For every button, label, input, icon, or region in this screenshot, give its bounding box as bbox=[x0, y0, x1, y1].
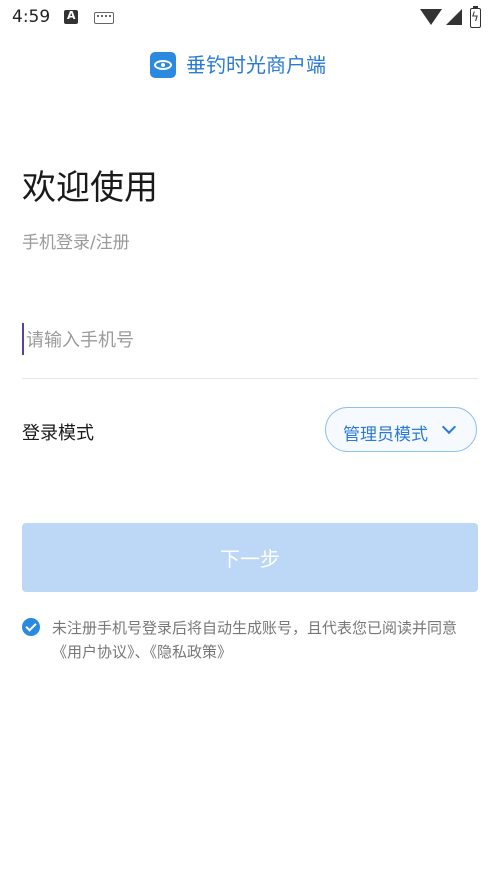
page-title: 欢迎使用 bbox=[22, 168, 158, 208]
login-mode-value: 管理员模式 bbox=[343, 425, 428, 445]
page-subtitle: 手机登录/注册 bbox=[22, 233, 130, 253]
agreement-separator: 、 bbox=[134, 643, 150, 661]
app-name: 垂钓时光商户端 bbox=[186, 53, 326, 77]
status-time: 4:59 bbox=[12, 7, 51, 27]
status-bar: 4:59 bbox=[0, 0, 500, 36]
app-logo-icon bbox=[150, 52, 176, 78]
login-mode-select[interactable]: 管理员模式 bbox=[325, 407, 477, 452]
phone-input[interactable] bbox=[22, 320, 482, 360]
agreement-row: 未注册手机号登录后将自动生成账号，且代表您已阅读并同意《用户协议》、《隐私政策》 bbox=[22, 616, 478, 666]
keyboard-icon bbox=[94, 12, 114, 24]
agreement-checkbox[interactable] bbox=[22, 618, 40, 636]
chevron-down-icon bbox=[441, 419, 457, 435]
system-icons bbox=[420, 6, 490, 29]
login-mode-label: 登录模式 bbox=[22, 423, 94, 444]
app-notification-icon bbox=[64, 9, 78, 24]
privacy-policy-link[interactable]: 《隐私政策》 bbox=[150, 643, 233, 661]
phone-input-container bbox=[22, 320, 482, 379]
agreement-notice: 未注册手机号登录后将自动生成账号，且代表您已阅读并同意 bbox=[52, 619, 458, 637]
cell-signal-icon bbox=[446, 9, 462, 25]
battery-charging-icon bbox=[470, 6, 481, 28]
next-step-button[interactable]: 下一步 bbox=[22, 523, 478, 592]
user-agreement-link[interactable]: 《用户协议》 bbox=[52, 643, 135, 661]
agreement-text: 未注册手机号登录后将自动生成账号，且代表您已阅读并同意《用户协议》、《隐私政策》 bbox=[52, 616, 478, 664]
wifi-icon bbox=[420, 9, 442, 25]
